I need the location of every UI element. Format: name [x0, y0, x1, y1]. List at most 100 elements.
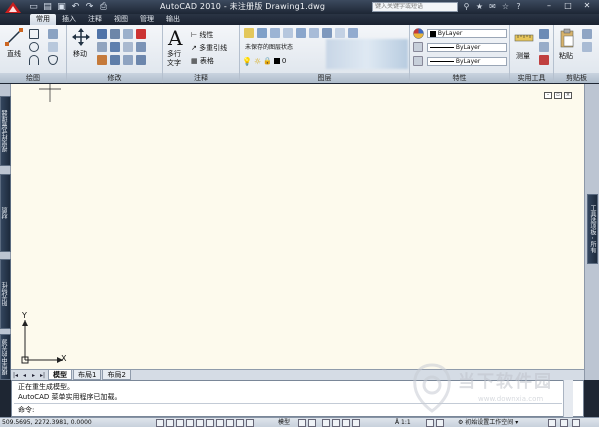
- draw-panel-title[interactable]: 绘图: [0, 73, 66, 83]
- layer-icon-2[interactable]: [270, 28, 280, 38]
- layer-properties-icon[interactable]: [244, 28, 254, 38]
- paste-icon[interactable]: [559, 28, 575, 48]
- tab-model[interactable]: 模型: [48, 370, 72, 380]
- isolate-objects-icon[interactable]: [560, 419, 568, 427]
- modify-panel-title[interactable]: 修改: [67, 73, 162, 83]
- workspace-switcher[interactable]: ⚙ 初始设置工作空间 ▾: [458, 419, 518, 427]
- tab-annotate[interactable]: 注释: [82, 14, 108, 25]
- tab-view[interactable]: 视图: [108, 14, 134, 25]
- array-icon[interactable]: [123, 55, 133, 65]
- delete-icon[interactable]: [136, 29, 146, 39]
- quick-view-layouts-icon[interactable]: [298, 419, 306, 427]
- explode-icon[interactable]: [136, 42, 146, 52]
- copy-icon[interactable]: [97, 42, 107, 52]
- layer-icon-1[interactable]: [257, 28, 267, 38]
- coordinates-readout[interactable]: 509.5695, 2272.3981, 0.0000: [2, 419, 92, 427]
- viewport-restore-icon[interactable]: ▫: [554, 92, 562, 99]
- pan-icon[interactable]: [322, 419, 330, 427]
- viewport-close-icon[interactable]: ×: [564, 92, 572, 99]
- circle-icon[interactable]: [29, 42, 39, 52]
- offset-icon[interactable]: [136, 55, 146, 65]
- lineweight-dropdown[interactable]: ByLayer: [427, 43, 507, 52]
- annotation-panel-title[interactable]: 注释: [163, 73, 239, 83]
- zoom-icon[interactable]: [332, 419, 340, 427]
- clipboard-panel-title[interactable]: 剪贴板: [554, 73, 599, 83]
- close-icon[interactable]: ✕: [578, 0, 596, 12]
- layer-icon-5[interactable]: [309, 28, 319, 38]
- palette-sun-properties[interactable]: 阳光特性: [0, 259, 11, 329]
- calculator-icon[interactable]: [539, 55, 549, 65]
- layers-panel-title[interactable]: 图层: [240, 73, 409, 83]
- utilities-panel-title[interactable]: 实用工具: [510, 73, 553, 83]
- erase-icon[interactable]: [123, 29, 133, 39]
- osnap-icon[interactable]: [196, 419, 204, 427]
- hatch-icon[interactable]: [48, 42, 58, 52]
- quick-select-icon[interactable]: [539, 29, 549, 39]
- annotation-scale[interactable]: Å 1:1: [395, 419, 411, 427]
- clean-screen-icon[interactable]: [572, 419, 580, 427]
- layer-icon-6[interactable]: [322, 28, 332, 38]
- showmotion-icon[interactable]: [352, 419, 360, 427]
- minimize-icon[interactable]: –: [540, 0, 558, 12]
- properties-panel-title[interactable]: 特性: [410, 73, 509, 83]
- maximize-icon[interactable]: □: [559, 0, 577, 12]
- favorites-icon[interactable]: ☆: [500, 1, 511, 13]
- last-layout-icon[interactable]: ▸|: [38, 371, 47, 380]
- fillet-icon[interactable]: [123, 42, 133, 52]
- search-icon[interactable]: ⚲: [461, 1, 472, 13]
- snap-icon[interactable]: [156, 419, 164, 427]
- auto-scale-icon[interactable]: [436, 419, 444, 427]
- subscription-icon[interactable]: ★: [474, 1, 485, 13]
- palette-lights[interactable]: 模型中的光源: [0, 334, 11, 380]
- layer-dropdown[interactable]: 💡 ☼ 🔒 0: [242, 55, 324, 67]
- app-menu-button[interactable]: [1, 0, 25, 14]
- ortho-icon[interactable]: [176, 419, 184, 427]
- grid-icon[interactable]: [166, 419, 174, 427]
- mtext-icon[interactable]: A: [168, 27, 182, 49]
- mirror-icon[interactable]: [110, 42, 120, 52]
- open-icon[interactable]: ▤: [41, 1, 54, 13]
- dyn-icon[interactable]: [226, 419, 234, 427]
- model-space-button[interactable]: 模型: [278, 419, 290, 427]
- viewport-minimize-icon[interactable]: –: [544, 92, 552, 99]
- palette-materials[interactable]: 材质: [0, 174, 11, 252]
- drawing-canvas[interactable]: X Y: [11, 84, 584, 369]
- help-icon[interactable]: ?: [513, 1, 524, 13]
- print-icon[interactable]: ⎙: [97, 1, 110, 13]
- linear-dimension-button[interactable]: ⊢ 线性: [191, 31, 213, 40]
- polyline-icon[interactable]: [29, 29, 39, 39]
- match-properties-icon[interactable]: [413, 28, 424, 39]
- annotation-visibility-icon[interactable]: [426, 419, 434, 427]
- scale-icon[interactable]: [110, 55, 120, 65]
- layer-icon-7[interactable]: [335, 28, 345, 38]
- palette-tool-palettes[interactable]: 工具选项板 - 所有: [587, 194, 598, 264]
- trim-icon[interactable]: [110, 29, 120, 39]
- quick-properties-icon[interactable]: [246, 419, 254, 427]
- ellipse-icon[interactable]: [48, 55, 58, 65]
- communication-icon[interactable]: ✉: [487, 1, 498, 13]
- measure-icon[interactable]: [514, 31, 534, 45]
- layer-icon-3[interactable]: [283, 28, 293, 38]
- lineweight-toggle-icon[interactable]: [236, 419, 244, 427]
- table-button[interactable]: ▦ 表格: [191, 57, 214, 66]
- lineweight-icon[interactable]: [413, 42, 423, 52]
- redo-icon[interactable]: ↷: [83, 1, 96, 13]
- multileader-button[interactable]: ↗ 多重引线: [191, 44, 227, 53]
- search-input[interactable]: 键入关键字或短语: [372, 2, 458, 12]
- new-icon[interactable]: ▭: [27, 1, 40, 13]
- prev-layout-icon[interactable]: ◂: [20, 371, 29, 380]
- tab-output[interactable]: 输出: [160, 14, 186, 25]
- tab-home[interactable]: 常用: [30, 14, 56, 25]
- ducs-icon[interactable]: [216, 419, 224, 427]
- linetype-icon[interactable]: [413, 56, 423, 66]
- select-all-icon[interactable]: [539, 42, 549, 52]
- linetype-dropdown[interactable]: ByLayer: [427, 57, 507, 66]
- tab-layout2[interactable]: 布局2: [102, 370, 131, 380]
- next-layout-icon[interactable]: ▸: [29, 371, 38, 380]
- layer-icon-8[interactable]: [348, 28, 358, 38]
- save-icon[interactable]: ▣: [55, 1, 68, 13]
- cut-icon[interactable]: [582, 29, 592, 39]
- palette-visual-styles[interactable]: 视觉样式管理器: [0, 96, 11, 166]
- tab-insert[interactable]: 插入: [56, 14, 82, 25]
- color-dropdown[interactable]: ByLayer: [427, 29, 507, 38]
